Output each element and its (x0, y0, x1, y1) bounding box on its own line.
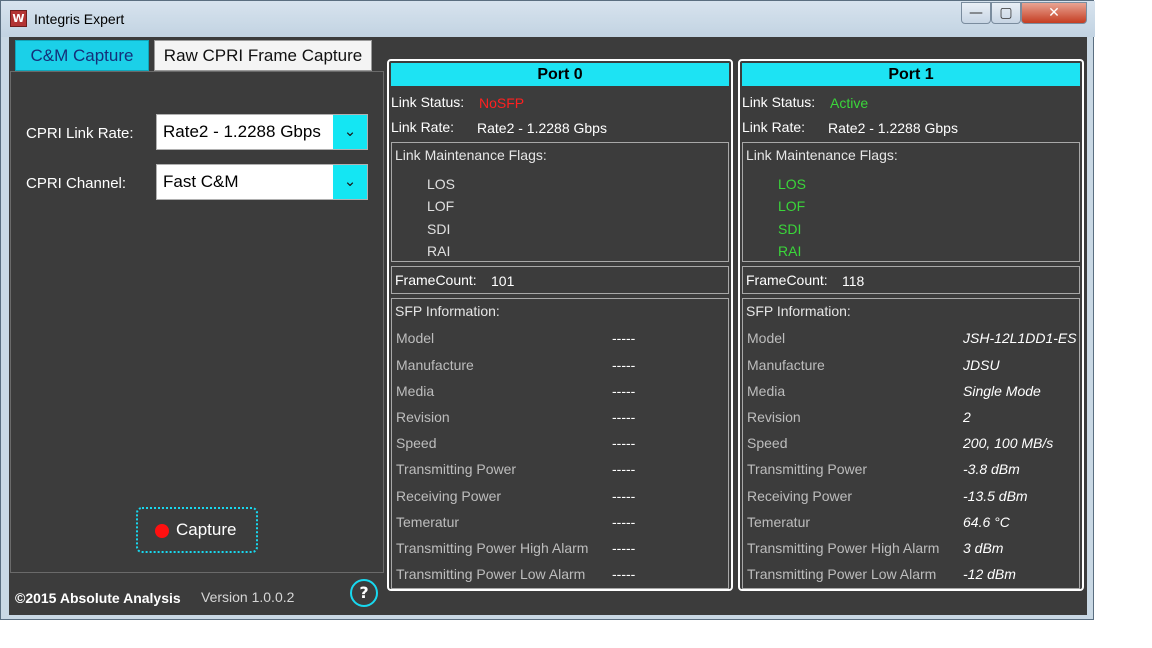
frame-count-label: FrameCount: (746, 272, 828, 288)
flag-sdi: SDI (427, 221, 451, 237)
app-window: W Integris Expert — ▢ ✕ C&M Capture Raw … (0, 0, 1095, 620)
link-rate-label: Link Rate: (391, 119, 455, 135)
sfp-label-speed: Speed (396, 435, 437, 451)
port-1-panel: Port 1 Link Status: Active Link Rate: Ra… (738, 59, 1084, 591)
link-rate-label: CPRI Link Rate: (26, 125, 134, 142)
capture-button[interactable]: Capture (136, 507, 258, 553)
sfp-value-model: JSH-12L1DD1-ES (963, 330, 1077, 346)
sfp-info-box: SFP Information: Model ----- Manufacture… (391, 298, 729, 589)
sfp-label-revision: Revision (747, 409, 801, 425)
flag-lof: LOF (778, 198, 806, 214)
tab-cm-capture[interactable]: C&M Capture (15, 40, 149, 71)
sfp-info-box: SFP Information: Model JSH-12L1DD1-ES Ma… (742, 298, 1080, 589)
sfp-label-temperature: Temeratur (396, 514, 460, 530)
flag-los: LOS (778, 176, 807, 192)
close-button[interactable]: ✕ (1021, 2, 1087, 24)
link-status-label: Link Status: (742, 94, 816, 110)
sfp-value-media: Single Mode (963, 383, 1041, 399)
link-rate-dropdown[interactable]: Rate2 - 1.2288 Gbps ⌄ (156, 114, 368, 150)
sfp-value-model: ----- (612, 330, 636, 346)
sfp-value-tx-power: ----- (612, 461, 636, 477)
channel-dropdown[interactable]: Fast C&M ⌄ (156, 164, 368, 200)
maintenance-flags-box: Link Maintenance Flags: LOS LOF SDI RAI (742, 142, 1080, 262)
frame-count-value: 101 (491, 273, 515, 289)
chevron-down-icon[interactable]: ⌄ (333, 165, 367, 199)
sfp-label-speed: Speed (747, 435, 788, 451)
sfp-value-temperature: 64.6 °C (963, 514, 1010, 530)
sfp-label-tx-low-alarm: Transmitting Power Low Alarm (396, 566, 586, 582)
client-area: C&M Capture Raw CPRI Frame Capture CPRI … (9, 37, 1087, 615)
sfp-label-model: Model (396, 330, 435, 346)
sfp-label-tx-power: Transmitting Power (396, 461, 517, 477)
window-title: Integris Expert (34, 11, 125, 27)
sfp-label-media: Media (396, 383, 435, 399)
tab-raw-cpri-frame-capture[interactable]: Raw CPRI Frame Capture (154, 40, 372, 71)
flag-los: LOS (427, 176, 456, 192)
sfp-value-rx-power: ----- (612, 488, 636, 504)
flag-rai: RAI (778, 243, 802, 259)
link-status-value: Active (830, 95, 869, 111)
channel-label: CPRI Channel: (26, 175, 127, 192)
sfp-title: SFP Information: (395, 303, 500, 319)
sfp-label-tx-high-alarm: Transmitting Power High Alarm (747, 540, 940, 556)
sfp-value-revision: ----- (612, 409, 636, 425)
maximize-button[interactable]: ▢ (991, 2, 1021, 24)
flags-title: Link Maintenance Flags: (395, 147, 547, 163)
sfp-value-tx-power: -3.8 dBm (963, 461, 1020, 477)
flag-sdi: SDI (778, 221, 802, 237)
app-logo-icon: W (10, 10, 27, 27)
chevron-down-icon[interactable]: ⌄ (333, 115, 367, 149)
sfp-label-tx-high-alarm: Transmitting Power High Alarm (396, 540, 589, 556)
capture-settings-panel: CPRI Link Rate: Rate2 - 1.2288 Gbps ⌄ CP… (10, 71, 384, 573)
link-rate-value: Rate2 - 1.2288 Gbps (163, 122, 321, 141)
sfp-label-rx-power: Receiving Power (396, 488, 502, 504)
minimize-button[interactable]: — (961, 2, 991, 24)
sfp-value-speed: ----- (612, 435, 636, 451)
sfp-label-temperature: Temeratur (747, 514, 811, 530)
flag-lof: LOF (427, 198, 455, 214)
sfp-value-revision: 2 (963, 409, 971, 425)
sfp-label-rx-power: Receiving Power (747, 488, 853, 504)
channel-value: Fast C&M (163, 172, 239, 191)
sfp-value-media: ----- (612, 383, 636, 399)
link-rate-value: Rate2 - 1.2288 Gbps (477, 120, 607, 136)
sfp-label-manufacture: Manufacture (747, 357, 825, 373)
sfp-value-tx-high-alarm: ----- (612, 540, 636, 556)
sfp-value-temperature: ----- (612, 514, 636, 530)
maintenance-flags-box: Link Maintenance Flags: LOS LOF SDI RAI (391, 142, 729, 262)
record-dot-icon (155, 524, 169, 538)
sfp-value-tx-low-alarm: ----- (612, 566, 636, 582)
frame-count-value: 118 (842, 273, 865, 289)
port-0-panel: Port 0 Link Status: NoSFP Link Rate: Rat… (387, 59, 733, 591)
sfp-label-model: Model (747, 330, 786, 346)
sfp-label-manufacture: Manufacture (396, 357, 474, 373)
sfp-label-media: Media (747, 383, 786, 399)
capture-label: Capture (176, 520, 237, 539)
sfp-value-manufacture: JDSU (963, 357, 1000, 373)
frame-count-box: FrameCount: 101 (391, 266, 729, 294)
copyright-text: ©2015 Absolute Analysis (15, 590, 181, 606)
flag-rai: RAI (427, 243, 451, 259)
version-text: Version 1.0.0.2 (201, 589, 295, 605)
sfp-value-speed: 200, 100 MB/s (963, 435, 1054, 451)
title-bar[interactable]: W Integris Expert — ▢ ✕ (1, 1, 1095, 37)
link-rate-value: Rate2 - 1.2288 Gbps (828, 120, 958, 136)
port-title: Port 0 (391, 63, 729, 86)
sfp-label-tx-power: Transmitting Power (747, 461, 868, 477)
sfp-value-rx-power: -13.5 dBm (963, 488, 1028, 504)
sfp-title: SFP Information: (746, 303, 851, 319)
frame-count-label: FrameCount: (395, 272, 477, 288)
sfp-value-tx-low-alarm: -12 dBm (963, 566, 1016, 582)
link-rate-label: Link Rate: (742, 119, 806, 135)
help-button[interactable]: ? (350, 579, 378, 607)
link-status-value: NoSFP (479, 95, 525, 111)
sfp-label-revision: Revision (396, 409, 450, 425)
flags-title: Link Maintenance Flags: (746, 147, 898, 163)
sfp-value-manufacture: ----- (612, 357, 636, 373)
sfp-value-tx-high-alarm: 3 dBm (963, 540, 1004, 556)
link-status-label: Link Status: (391, 94, 465, 110)
frame-count-box: FrameCount: 118 (742, 266, 1080, 294)
sfp-label-tx-low-alarm: Transmitting Power Low Alarm (747, 566, 937, 582)
port-title: Port 1 (742, 63, 1080, 86)
